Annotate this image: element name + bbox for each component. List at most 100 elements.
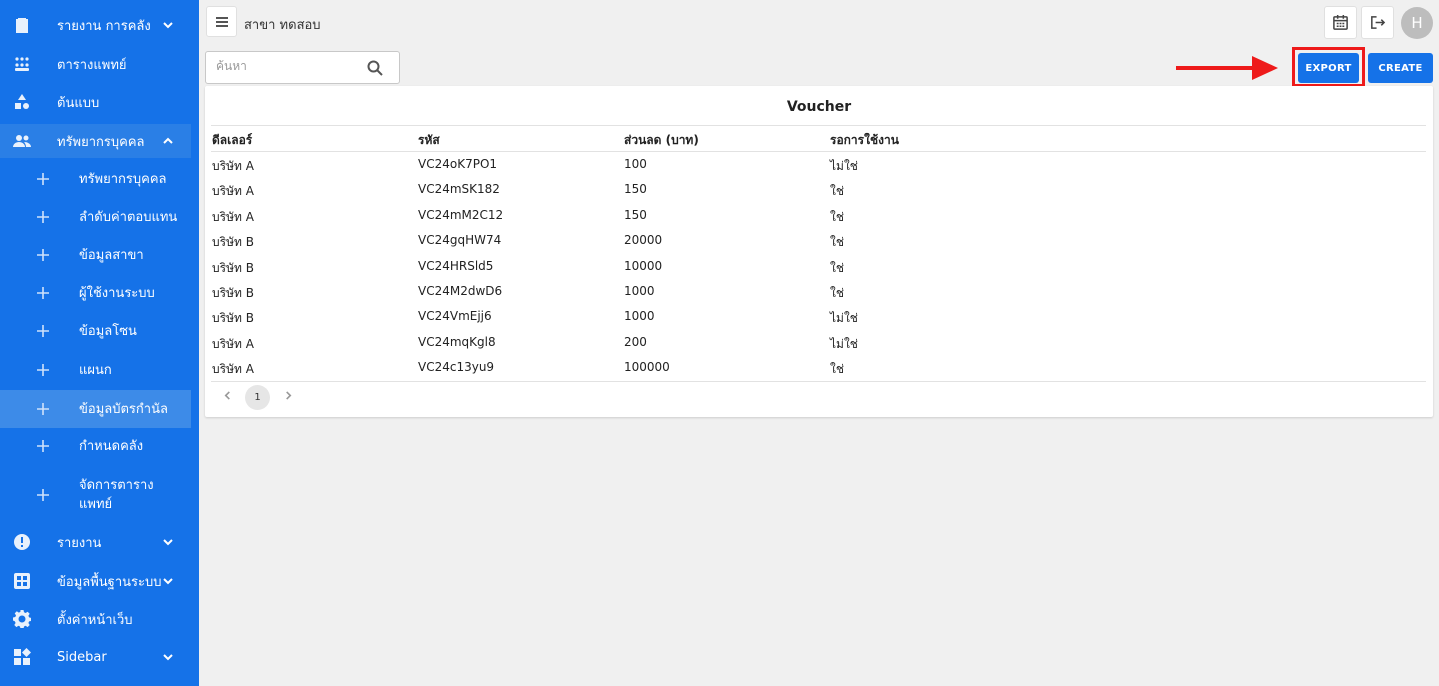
chevron-down-icon[interactable]	[161, 18, 175, 32]
sidebar-item-label: แผนก	[79, 362, 112, 378]
export-button[interactable]: EXPORT	[1298, 53, 1359, 83]
people-icon	[12, 131, 32, 151]
search-icon[interactable]	[366, 59, 384, 77]
table-cell: บริษัท B	[212, 260, 254, 275]
header-divider	[211, 151, 1426, 152]
table-cell: 10000	[624, 258, 663, 273]
chevron-down-icon[interactable]	[161, 574, 175, 588]
table-cell: 20000	[624, 233, 663, 248]
table-cell: บริษัท A	[212, 336, 254, 351]
table-cell: VC24mM2C12	[418, 207, 504, 222]
chevron-down-icon[interactable]	[161, 535, 175, 549]
sidebar-item-label: ตารางแพทย์	[57, 57, 127, 73]
table-cell: 150	[624, 182, 647, 197]
plus-icon	[35, 438, 51, 454]
sidebar-item-1[interactable]: ตารางแพทย์	[0, 48, 191, 80]
sidebar-item-15[interactable]: ตั้งค่าหน้าเว็บ	[0, 603, 191, 635]
table-cell: VC24mqKgl8	[418, 334, 496, 349]
table-cell: 1000	[624, 284, 655, 298]
sidebar-item-label: ต้นแบบ	[57, 95, 100, 111]
table-cell: 150	[624, 207, 647, 222]
table-cell: บริษัท A	[212, 159, 254, 173]
table-title: Voucher	[786, 99, 852, 115]
chevron-left-icon	[224, 390, 230, 400]
table-cell: บริษัท A	[212, 184, 254, 199]
sidebar-item-3[interactable]: ทรัพยากรบุคคล	[0, 124, 191, 158]
table-cell: 1000	[624, 309, 655, 324]
branch-name: สาขา ทดสอบ	[244, 18, 321, 33]
sidebar-item-11[interactable]: กำหนดคลัง	[0, 430, 191, 462]
chevron-down-icon[interactable]	[161, 650, 175, 664]
table-cell: ใช่	[830, 235, 845, 250]
sidebar-item-label: ทรัพยากรบุคคล	[79, 171, 167, 187]
create-button[interactable]: CREATE	[1368, 53, 1433, 83]
column-header[interactable]: ดีลเลอร์	[212, 131, 252, 150]
table-cell: VC24mSK182	[418, 182, 500, 197]
calendar-icon	[1333, 14, 1348, 30]
hamburger-icon	[215, 16, 228, 27]
table-cell: ไม่ใช่	[830, 311, 858, 326]
logout-button[interactable]	[1361, 6, 1394, 39]
sidebar-item-2[interactable]: ต้นแบบ	[0, 86, 191, 118]
calendar-button[interactable]	[1324, 6, 1357, 39]
search-input[interactable]	[216, 59, 356, 73]
plus-icon	[35, 487, 51, 503]
search-box[interactable]	[205, 51, 400, 84]
sidebar-item-0[interactable]: รายงาน การคลัง	[0, 9, 191, 41]
column-header[interactable]: รอการใช้งาน	[830, 131, 899, 150]
alert-circle-icon	[12, 532, 32, 552]
pagination-page-current[interactable]: 1	[245, 385, 270, 410]
footer-divider	[211, 381, 1426, 382]
plus-icon	[35, 401, 51, 417]
table-cell: VC24M2dwD6	[418, 284, 503, 298]
widgets-icon	[12, 647, 32, 667]
table-cell: VC24VmEjj6	[418, 309, 492, 324]
sidebar-item-13[interactable]: รายงาน	[0, 526, 191, 558]
sidebar-item-label: ข้อมูลโซน	[79, 323, 137, 339]
plus-icon	[35, 209, 51, 225]
sidebar-item-12[interactable]: จัดการตาราง แพทย์	[0, 468, 191, 522]
table-cell: ใช่	[830, 184, 845, 199]
user-avatar[interactable]: H	[1401, 7, 1433, 39]
table-cell: ใช่	[830, 260, 845, 275]
grid-icon	[12, 571, 32, 591]
column-header[interactable]: ส่วนลด (บาท)	[624, 131, 699, 150]
chevron-up-icon[interactable]	[161, 134, 175, 148]
pagination-next-button[interactable]	[281, 388, 295, 402]
sidebar-item-8[interactable]: ข้อมูลโซน	[0, 315, 191, 347]
sidebar-item-16[interactable]: Sidebar	[0, 641, 191, 673]
table-cell: ไม่ใช่	[830, 159, 858, 173]
sidebar-item-14[interactable]: ข้อมูลพื้นฐานระบบ	[0, 565, 191, 597]
sidebar-item-label: Sidebar	[57, 649, 107, 665]
sidebar-item-label: กำหนดคลัง	[79, 438, 144, 454]
arrow-annotation-icon	[1176, 56, 1278, 80]
sidebar-item-label: ตั้งค่าหน้าเว็บ	[57, 612, 133, 628]
column-header[interactable]: รหัส	[418, 131, 440, 150]
table-cell: 200	[624, 334, 647, 349]
people-group-icon	[12, 54, 32, 74]
shapes-icon	[12, 92, 32, 112]
plus-icon	[35, 285, 51, 301]
table-cell: 100000	[624, 360, 670, 375]
plus-icon	[35, 171, 51, 187]
sidebar-item-9[interactable]: แผนก	[0, 354, 191, 386]
table-cell: VC24gqHW74	[418, 233, 502, 248]
table-cell: บริษัท B	[212, 286, 254, 300]
pagination-prev-button[interactable]	[220, 388, 234, 402]
sidebar-item-6[interactable]: ข้อมูลสาขา	[0, 239, 191, 271]
sidebar-item-4[interactable]: ทรัพยากรบุคคล	[0, 163, 191, 195]
sidebar-item-5[interactable]: ลำดับค่าตอบแทน	[0, 201, 191, 233]
table-cell: 100	[624, 157, 647, 171]
sidebar-item-label: จัดการตาราง แพทย์	[79, 478, 154, 512]
menu-toggle-button[interactable]	[206, 6, 237, 37]
sidebar-item-10[interactable]: ข้อมูลบัตรกำนัล	[0, 390, 191, 428]
plus-icon	[35, 362, 51, 378]
chevron-right-icon	[285, 390, 291, 400]
sidebar-item-label: รายงาน	[57, 535, 102, 551]
table-cell: ใช่	[830, 362, 845, 377]
table-cell: ไม่ใช่	[830, 336, 858, 351]
table-cell: VC24HRSld5	[418, 258, 494, 273]
sidebar-item-7[interactable]: ผู้ใช้งานระบบ	[0, 277, 191, 309]
table-cell: บริษัท B	[212, 235, 254, 250]
sidebar-item-label: ข้อมูลพื้นฐานระบบ	[57, 574, 162, 590]
